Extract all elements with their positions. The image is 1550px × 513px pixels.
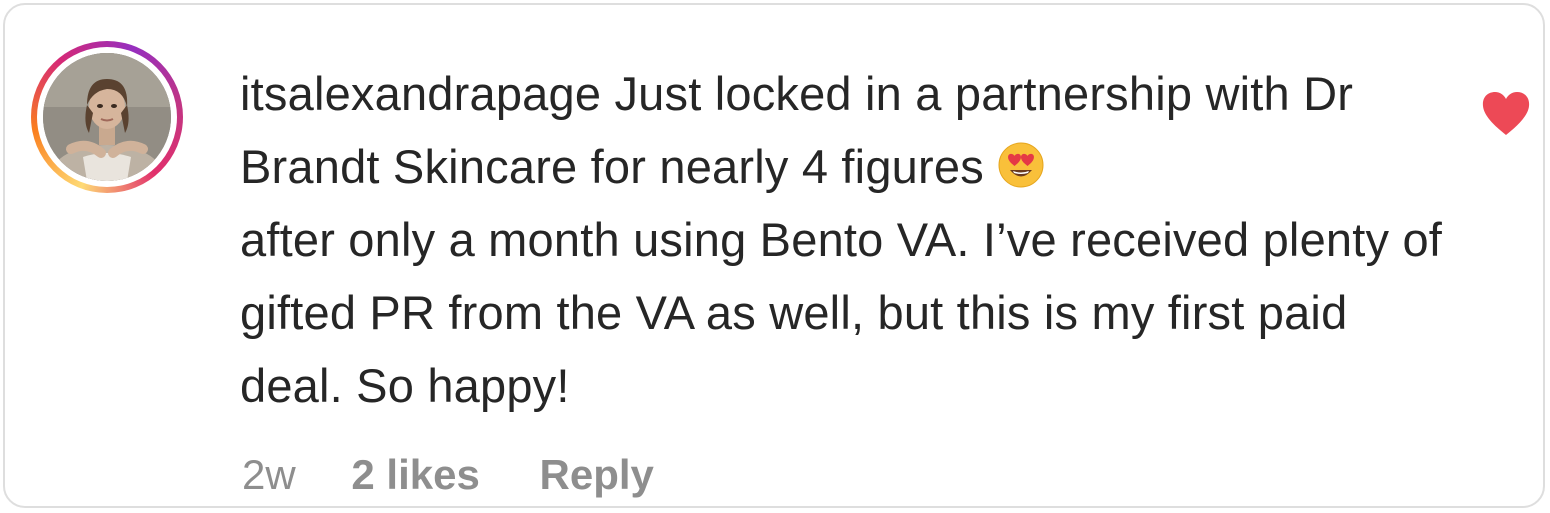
heart-eyes-emoji <box>998 142 1044 188</box>
likes-count[interactable]: 2 likes <box>351 447 479 503</box>
avatar-image <box>43 53 171 181</box>
username-link[interactable]: itsalexandrapage <box>240 67 601 120</box>
comment-meta: 2w 2 likes Reply <box>242 447 654 503</box>
comment-text: itsalexandrapage Just locked in a partne… <box>240 57 1450 422</box>
heart-icon <box>1482 92 1530 135</box>
comment-body-continued: after only a month using Bento VA. I’ve … <box>240 213 1443 412</box>
story-ring[interactable] <box>31 41 183 193</box>
avatar-gap <box>37 47 177 187</box>
like-button[interactable] <box>1481 91 1531 137</box>
timestamp[interactable]: 2w <box>242 447 296 503</box>
comment-card: itsalexandrapage Just locked in a partne… <box>3 3 1545 508</box>
reply-button[interactable]: Reply <box>540 447 654 503</box>
avatar[interactable] <box>43 53 171 181</box>
